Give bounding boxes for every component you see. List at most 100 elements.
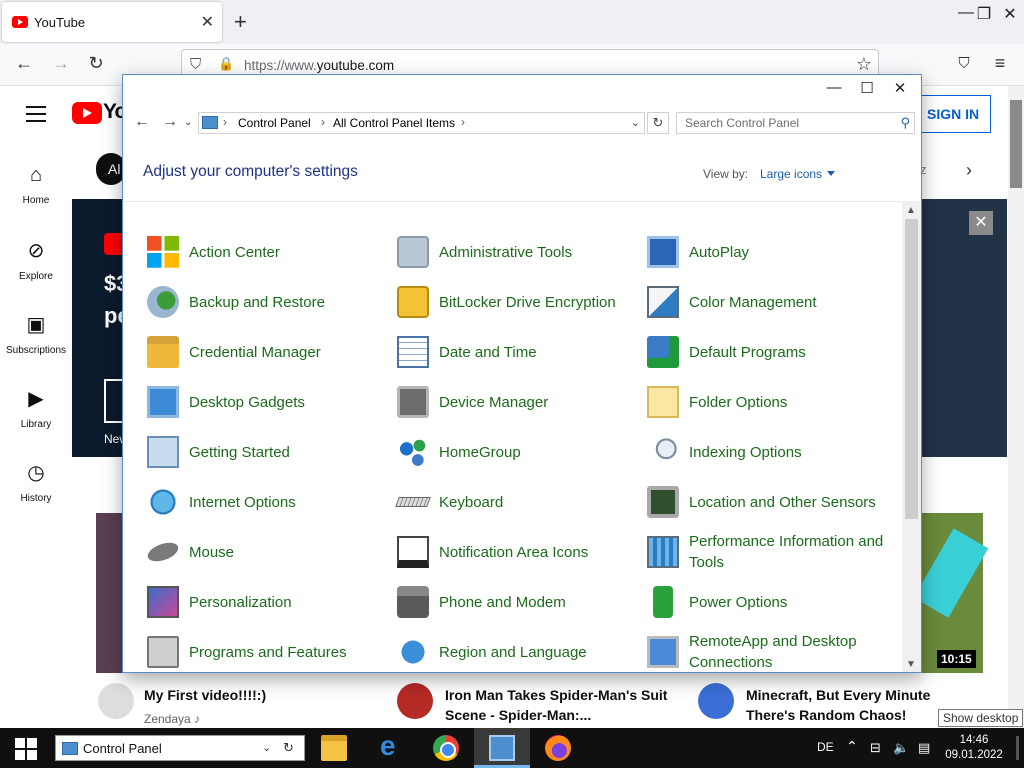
cp-item-personalization[interactable]: Personalization [147, 582, 392, 622]
cp-item-phone-modem[interactable]: Phone and Modem [397, 582, 642, 622]
sidebar-item-library[interactable]: ▶ Library [0, 386, 72, 430]
taskbar-file-explorer[interactable] [306, 728, 362, 768]
taskbar-clock[interactable]: 14:46 09.01.2022 [944, 733, 1004, 763]
cp-item-autoplay[interactable]: AutoPlay [647, 232, 892, 272]
chevron-down-icon[interactable]: ⌄ [262, 741, 271, 754]
sign-in-button[interactable]: SIGN IN [912, 95, 991, 133]
page-scrollbar[interactable] [1008, 86, 1024, 728]
minimize-icon[interactable]: — [819, 79, 849, 96]
scroll-down-icon[interactable]: ▼ [906, 659, 916, 670]
cp-item-performance[interactable]: Performance Information and Tools [647, 532, 892, 572]
windows-start-icon[interactable] [15, 738, 37, 760]
sidebar-item-explore[interactable]: ⊘ Explore [0, 238, 72, 282]
cp-item-action-center[interactable]: Action Center [147, 232, 392, 272]
language-indicator[interactable]: DE [817, 740, 834, 754]
banner-close-icon[interactable]: ✕ [969, 211, 993, 235]
avatar[interactable] [98, 683, 134, 719]
address-dropdown-icon[interactable]: ⌄ [631, 116, 640, 129]
cp-item-color-management[interactable]: Color Management [647, 282, 892, 322]
lock-icon[interactable]: 🔒 [218, 56, 234, 72]
scroll-up-icon[interactable]: ▲ [906, 205, 916, 216]
close-window-icon[interactable]: ✕ [998, 4, 1022, 24]
sidebar-item-home[interactable]: ⌂ Home [0, 164, 72, 206]
scrollbar-thumb[interactable] [905, 219, 918, 519]
taskbar-control-panel[interactable] [474, 728, 530, 768]
close-window-icon[interactable]: ✕ [885, 79, 915, 97]
breadcrumb-control-panel[interactable]: Control Panel [238, 116, 311, 130]
breadcrumb-separator-icon[interactable]: › [223, 115, 227, 129]
cp-item-device-manager[interactable]: Device Manager [397, 382, 642, 422]
keyboard-tray-icon[interactable]: ▤ [918, 740, 930, 756]
cp-item-backup-restore[interactable]: Backup and Restore [147, 282, 392, 322]
refresh-icon[interactable]: ↻ [283, 740, 294, 756]
cp-item-keyboard[interactable]: Keyboard [395, 482, 642, 522]
video-title-line2[interactable]: Scene - Spider-Man:... [445, 705, 591, 725]
avatar[interactable] [397, 683, 433, 719]
cp-item-internet-options[interactable]: Internet Options [147, 482, 392, 522]
taskbar-address-field[interactable]: Control Panel ⌄ ↻ [55, 735, 305, 761]
control-panel-titlebar[interactable]: — ☐ ✕ [123, 75, 921, 103]
banner-cta-button[interactable] [104, 379, 124, 423]
pocket-icon[interactable]: ⛉ [952, 55, 976, 72]
network-icon[interactable]: ⊟ [870, 740, 881, 756]
cp-item-getting-started[interactable]: Getting Started [147, 432, 392, 472]
bookmark-star-icon[interactable]: ☆ [856, 54, 872, 75]
forward-icon[interactable]: → [162, 113, 178, 131]
chevron-up-icon[interactable]: ⌃ [846, 738, 858, 755]
breadcrumb-separator-icon[interactable]: › [321, 115, 325, 129]
recent-locations-icon[interactable]: ⌄ [184, 117, 192, 128]
cp-item-notification-area[interactable]: Notification Area Icons [397, 532, 642, 572]
taskbar-chrome[interactable] [418, 728, 474, 768]
control-panel-scrollbar[interactable]: ▲ ▼ [902, 201, 921, 672]
tracking-shield-icon[interactable]: ⛉ [190, 56, 201, 73]
search-input[interactable]: Search Control Panel ⚲ [676, 112, 915, 134]
sidebar-item-subscriptions[interactable]: ▣ Subscriptions [0, 312, 72, 356]
cp-item-default-programs[interactable]: Default Programs [647, 332, 892, 372]
video-title[interactable]: My First video!!!!:) [144, 685, 266, 705]
forward-icon[interactable]: → [49, 53, 73, 74]
cp-item-bitlocker[interactable]: BitLocker Drive Encryption [397, 282, 642, 322]
video-thumbnail[interactable] [921, 513, 983, 673]
chevron-right-icon[interactable]: › [966, 160, 972, 181]
cp-item-credential-manager[interactable]: Credential Manager [147, 332, 392, 372]
taskbar-firefox[interactable] [530, 728, 586, 768]
restore-icon[interactable]: ❐ [972, 4, 996, 24]
maximize-icon[interactable]: ☐ [852, 79, 882, 97]
new-tab-icon[interactable]: + [234, 9, 247, 35]
breadcrumb[interactable]: › Control Panel › All Control Panel Item… [198, 112, 645, 134]
reload-icon[interactable]: ↻ [84, 53, 108, 74]
cp-item-indexing-options[interactable]: Indexing Options [647, 432, 892, 472]
cp-item-folder-options[interactable]: Folder Options [647, 382, 892, 422]
cp-item-desktop-gadgets[interactable]: Desktop Gadgets [147, 382, 392, 422]
refresh-icon[interactable]: ↻ [647, 112, 669, 134]
back-icon[interactable]: ← [12, 53, 36, 74]
tab-youtube[interactable]: YouTube ✕ [2, 2, 222, 42]
cp-item-location-sensors[interactable]: Location and Other Sensors [647, 482, 892, 522]
youtube-logo-icon[interactable] [72, 102, 102, 124]
breadcrumb-all-items[interactable]: All Control Panel Items [333, 116, 455, 130]
video-channel[interactable]: Zendaya ♪ [144, 712, 200, 726]
video-title-line1[interactable]: Iron Man Takes Spider-Man's Suit [445, 685, 667, 705]
volume-icon[interactable]: 🔈 [893, 740, 909, 756]
breadcrumb-separator-icon[interactable]: › [461, 115, 465, 129]
taskbar-edge[interactable]: e [362, 728, 418, 768]
hamburger-menu-icon[interactable] [26, 106, 46, 127]
cp-item-homegroup[interactable]: HomeGroup [397, 432, 642, 472]
cp-item-region-language[interactable]: Region and Language [397, 632, 642, 672]
scrollbar-thumb[interactable] [1010, 100, 1022, 188]
sidebar-item-history[interactable]: ◷ History [0, 460, 72, 504]
close-tab-icon[interactable]: ✕ [201, 12, 214, 32]
show-desktop-button[interactable] [1016, 736, 1019, 760]
view-by-dropdown[interactable]: Large icons [760, 167, 835, 181]
cp-item-remoteapp[interactable]: RemoteApp and Desktop Connections [647, 632, 892, 672]
avatar[interactable] [698, 683, 734, 719]
back-icon[interactable]: ← [134, 113, 150, 131]
cp-item-date-time[interactable]: Date and Time [397, 332, 642, 372]
app-menu-icon[interactable]: ≡ [988, 53, 1012, 74]
url-text[interactable]: https://www.youtube.com [244, 58, 394, 73]
search-icon[interactable]: ⚲ [900, 115, 910, 131]
cp-item-administrative-tools[interactable]: Administrative Tools [397, 232, 642, 272]
video-title-line1[interactable]: Minecraft, But Every Minute [746, 685, 930, 705]
cp-item-programs-features[interactable]: Programs and Features [147, 632, 392, 672]
video-title-line2[interactable]: There's Random Chaos! [746, 705, 906, 725]
